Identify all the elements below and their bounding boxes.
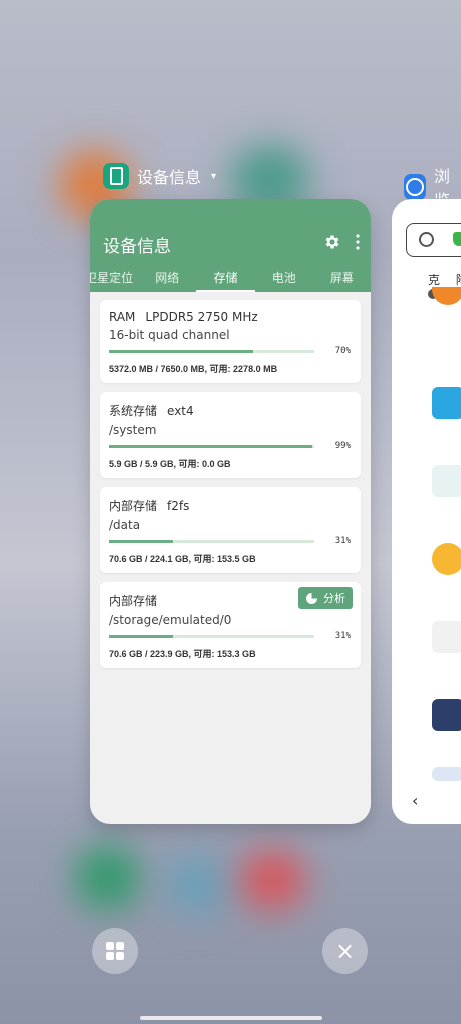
analyze-button[interactable]: 分析 xyxy=(298,587,353,609)
storage-name: 内部存储 xyxy=(109,499,158,513)
gear-icon[interactable] xyxy=(323,233,341,251)
storage-type: ext4 xyxy=(167,404,194,418)
storage-type: LPDDR5 2750 MHz xyxy=(145,310,258,324)
tab-storage[interactable]: 存储 xyxy=(196,269,255,292)
storage-detail: 16-bit quad channel xyxy=(109,328,230,342)
tab-network[interactable]: 网络 xyxy=(138,269,196,292)
wallpaper-blob xyxy=(240,850,305,910)
usage-stats: 70.6 GB / 223.9 GB, 可用: 153.3 GB xyxy=(109,649,256,659)
app-title: 设备信息 xyxy=(103,237,171,257)
usage-stats: 70.6 GB / 224.1 GB, 可用: 153.5 GB xyxy=(109,554,256,564)
more-vert-icon[interactable] xyxy=(355,234,361,250)
recent-app-card[interactable]: 设备信息 卫星定位 网络 存储 电池 屏幕 RAM LPDDR5 2750 MHz… xyxy=(90,199,371,824)
shortcut-icon[interactable] xyxy=(432,387,461,419)
search-icon xyxy=(419,232,434,247)
split-screen-button[interactable] xyxy=(92,928,138,974)
usage-bar-fill xyxy=(109,634,173,638)
chevron-down-icon: ▾ xyxy=(211,170,217,182)
shortcut-icon[interactable] xyxy=(432,621,461,653)
shortcut-icon[interactable] xyxy=(432,543,461,575)
usage-bar xyxy=(109,444,314,448)
shortcut-icon[interactable] xyxy=(432,465,461,497)
current-app-chip[interactable]: 设备信息 ▾ xyxy=(103,163,216,189)
storage-detail: /system xyxy=(109,423,157,437)
close-icon: × xyxy=(334,937,356,965)
back-icon[interactable]: ‹ xyxy=(412,791,418,810)
usage-bar-fill xyxy=(109,349,253,353)
storage-name: RAM xyxy=(109,310,136,324)
usage-percent: 99% xyxy=(334,441,351,451)
usage-stats: 5.9 GB / 5.9 GB, 可用: 0.0 GB xyxy=(109,459,231,469)
ram-card: RAM LPDDR5 2750 MHz 16-bit quad channel 7… xyxy=(100,300,361,383)
wallpaper-blob xyxy=(75,845,140,910)
emulated-storage-card: 内部存储 分析 /storage/emulated/0 31% 70.6 GB … xyxy=(100,582,361,668)
usage-bar-fill xyxy=(109,444,312,448)
current-app-name: 设备信息 xyxy=(137,168,202,187)
shortcut-icon[interactable] xyxy=(432,767,461,781)
tab-bar: 卫星定位 网络 存储 电池 屏幕 xyxy=(90,269,371,292)
analyze-label: 分析 xyxy=(323,592,345,605)
browser-icon xyxy=(404,174,426,200)
hot-words: 克 降 xyxy=(428,273,461,287)
device-info-icon xyxy=(103,163,129,189)
shortcut-icon[interactable] xyxy=(432,699,461,731)
internal-storage-card: 内部存储 f2fs /data 31% 70.6 GB / 224.1 GB, 可… xyxy=(100,487,361,573)
system-storage-card: 系统存储 ext4 /system 99% 5.9 GB / 5.9 GB, 可用… xyxy=(100,392,361,478)
pie-chart-icon xyxy=(306,592,317,604)
usage-percent: 31% xyxy=(334,536,351,546)
browser-recent-card[interactable]: 克 降 ‹ xyxy=(392,199,461,824)
storage-list: RAM LPDDR5 2750 MHz 16-bit quad channel 7… xyxy=(90,292,371,685)
storage-name: 系统存储 xyxy=(109,404,158,418)
storage-type: f2fs xyxy=(167,499,190,513)
home-indicator[interactable] xyxy=(140,1016,322,1020)
usage-bar xyxy=(109,539,314,543)
shortcut-icon[interactable] xyxy=(432,287,461,305)
usage-bar xyxy=(109,349,314,353)
storage-name: 内部存储 xyxy=(109,594,158,608)
usage-percent: 31% xyxy=(334,631,351,641)
usage-bar-fill xyxy=(109,539,173,543)
tab-battery[interactable]: 电池 xyxy=(255,269,313,292)
wallpaper-blob xyxy=(165,855,230,915)
storage-detail: /data xyxy=(109,518,141,532)
browser-search-box[interactable] xyxy=(406,223,461,257)
usage-bar xyxy=(109,634,314,638)
usage-stats: 5372.0 MB / 7650.0 MB, 可用: 2278.0 MB xyxy=(109,364,278,374)
shield-icon xyxy=(453,232,461,246)
app-bar: 设备信息 卫星定位 网络 存储 电池 屏幕 xyxy=(90,199,371,292)
storage-detail: /storage/emulated/0 xyxy=(109,613,232,627)
tab-screen[interactable]: 屏幕 xyxy=(313,269,371,292)
usage-percent: 70% xyxy=(334,346,351,356)
clear-all-button[interactable]: × xyxy=(322,928,368,974)
tab-gnss[interactable]: 卫星定位 xyxy=(90,269,138,292)
grid-icon xyxy=(106,942,124,960)
